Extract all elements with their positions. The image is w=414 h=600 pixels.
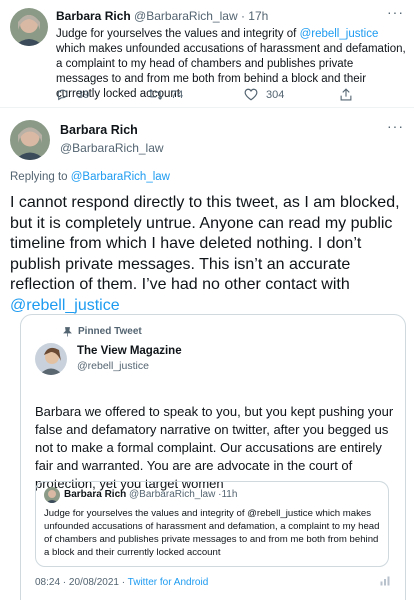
quoted-tweet-card[interactable]: Pinned Tweet The View Magazine @rebell_j… [20,314,406,600]
tweet-text: I cannot respond directly to this tweet,… [10,194,400,314]
handle[interactable]: @BarbaraRich_law [134,9,238,23]
source-link[interactable]: Twitter for Android [128,577,209,588]
display-name[interactable]: Barbara Rich [56,9,131,23]
tweet-timestamp: 08:24 · 20/08/2021 · Twitter for Android [35,577,209,588]
reply-count: 39 [77,88,90,101]
like-icon [244,88,258,101]
reply-icon [57,89,68,101]
timestamp[interactable]: 17h [248,9,268,23]
reply-button[interactable]: 39 [56,88,89,101]
avatar[interactable] [35,343,67,375]
pin-icon [63,326,72,336]
share-icon[interactable] [379,574,391,592]
more-icon[interactable]: ··· [387,4,404,20]
timestamp: 11h [221,489,238,500]
avatar[interactable] [10,120,50,160]
display-name[interactable]: Barbara Rich [60,123,138,137]
share-icon [340,88,352,101]
tweet-actions: 39 74 304 [56,88,356,104]
like-button[interactable]: 304 [244,88,284,101]
inner-tweet-header: Barbara Rich @BarbaraRich_law ·11h [64,489,237,500]
display-name[interactable]: The View Magazine [77,345,182,357]
inner-quoted-tweet[interactable]: Barbara Rich @BarbaraRich_law ·11h Judge… [35,481,389,567]
inner-tweet-text: Judge for yourselves the values and inte… [44,508,380,558]
handle: @BarbaraRich_law [129,489,216,500]
quoted-tweet-text: Barbara we offered to speak to you, but … [35,404,394,491]
retweet-button[interactable]: 74 [148,88,183,101]
mention-link[interactable]: @rebell_justice [300,28,379,40]
share-button[interactable] [340,88,360,101]
handle[interactable]: @rebell_justice [77,360,149,372]
retweet-icon [148,89,163,100]
tweet-header: Barbara Rich @BarbaraRich_law · 17h [56,9,268,23]
mention-link[interactable]: @rebell_justice [10,297,120,314]
like-count: 304 [266,88,285,101]
avatar[interactable] [10,8,48,46]
replying-to-link[interactable]: @BarbaraRich_law [71,171,170,183]
display-name: Barbara Rich [64,489,127,500]
replying-to: Replying to @BarbaraRich_law [10,171,170,183]
original-tweet[interactable]: Barbara Rich @BarbaraRich_law · 17h ··· … [0,0,414,108]
more-icon[interactable]: ··· [387,118,404,134]
retweet-count: 74 [171,88,184,101]
handle[interactable]: @BarbaraRich_law [60,141,164,155]
pinned-label: Pinned Tweet [63,326,142,337]
avatar [44,487,60,503]
separator: · [240,9,245,23]
